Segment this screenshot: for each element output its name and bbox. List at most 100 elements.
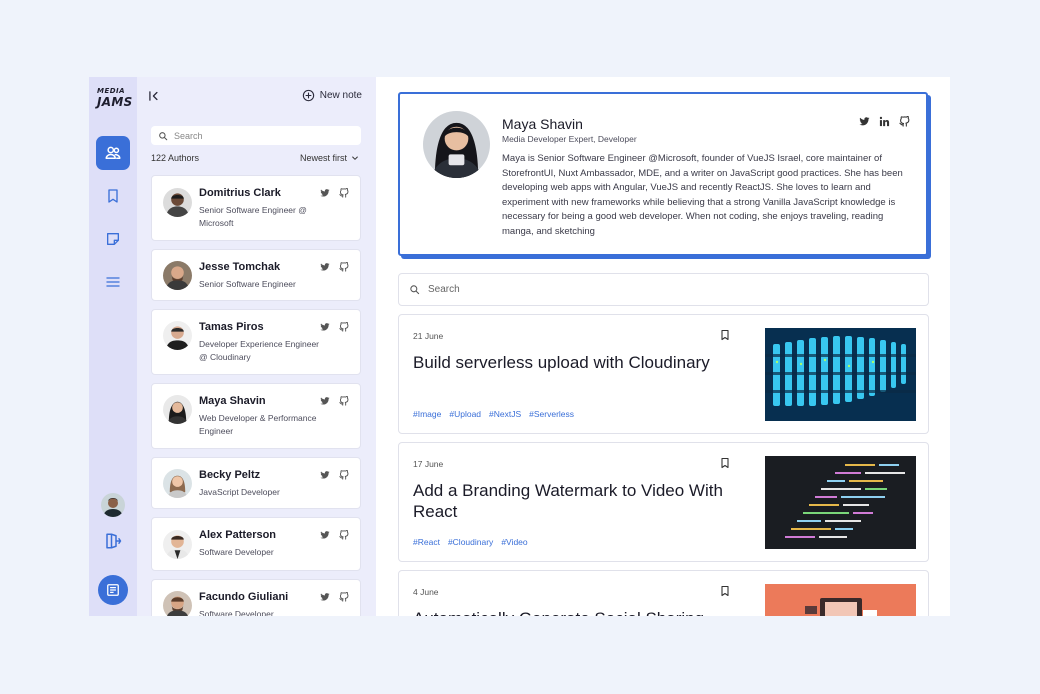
article-tags: #React #Cloudinary #Video: [413, 537, 528, 547]
bookmark-button[interactable]: [719, 585, 731, 597]
twitter-icon[interactable]: [320, 530, 330, 540]
nav-rail: MEDIA JAMS: [89, 77, 137, 616]
author-socials: [320, 396, 349, 406]
author-name: Jesse Tomchak: [199, 261, 281, 273]
author-card[interactable]: Jesse Tomchak Senior Software Engineer: [151, 249, 361, 301]
article-card[interactable]: 21 June Build serverless upload with Clo…: [398, 314, 929, 434]
author-avatar: [163, 188, 192, 217]
author-socials: [320, 322, 349, 332]
media-fab-button[interactable]: [98, 575, 128, 605]
nav-bookmarks-button[interactable]: [96, 179, 130, 213]
author-socials: [320, 262, 349, 272]
twitter-icon[interactable]: [320, 322, 330, 332]
new-note-button[interactable]: New note: [302, 89, 362, 102]
article-tag[interactable]: #React: [413, 537, 440, 547]
author-name: Alex Patterson: [199, 529, 277, 541]
github-icon[interactable]: [899, 116, 910, 127]
article-title[interactable]: Build serverless upload with Cloudinary: [413, 352, 753, 373]
brand-logo[interactable]: MEDIA JAMS: [97, 86, 132, 108]
article-thumbnail[interactable]: [765, 584, 916, 616]
twitter-icon[interactable]: [320, 262, 330, 272]
twitter-icon[interactable]: [320, 188, 330, 198]
article-title[interactable]: Automatically Generate Social Sharing: [413, 608, 753, 616]
author-avatar: [163, 321, 192, 350]
twitter-icon[interactable]: [320, 592, 330, 602]
author-role: JavaScript Developer: [199, 487, 280, 497]
article-tag[interactable]: #Image: [413, 409, 441, 419]
collapse-left-icon: [149, 91, 158, 101]
author-avatar: [163, 591, 192, 616]
author-card[interactable]: Alex Patterson Software Developer: [151, 517, 361, 571]
logout-icon: [106, 533, 122, 549]
author-role: Software Developer: [199, 547, 274, 557]
author-avatar: [163, 395, 192, 424]
article-tag[interactable]: #Upload: [449, 409, 481, 419]
article-date: 4 June: [413, 587, 439, 597]
author-role: Web Developer & Performance Engineer: [199, 413, 317, 436]
author-name: Becky Peltz: [199, 469, 261, 481]
articles-search[interactable]: [398, 273, 929, 306]
bookmark-button[interactable]: [719, 329, 731, 341]
github-icon[interactable]: [339, 470, 349, 480]
authors-search[interactable]: [151, 126, 361, 145]
github-icon[interactable]: [339, 396, 349, 406]
article-card[interactable]: 4 June Automatically Generate Social Sha…: [398, 570, 929, 616]
authors-search-input[interactable]: [174, 130, 344, 141]
bookmark-icon: [721, 457, 729, 469]
author-socials: [320, 530, 349, 540]
author-card[interactable]: Facundo Giuliani Software Developer: [151, 579, 361, 616]
author-role: Senior Software Engineer @ Microsoft: [199, 205, 307, 228]
twitter-icon[interactable]: [320, 470, 330, 480]
profile-bio: Maya is Senior Software Engineer @Micros…: [502, 153, 903, 237]
authors-panel: New note 122 Authors Newest first Domitr…: [137, 77, 376, 616]
nav-notes-button[interactable]: [96, 222, 130, 256]
article-date: 17 June: [413, 459, 444, 469]
bookmark-icon: [721, 329, 729, 341]
github-icon[interactable]: [339, 322, 349, 332]
articles-search-input[interactable]: [428, 284, 908, 295]
user-avatar-image: [101, 493, 125, 517]
article-tag[interactable]: #NextJS: [489, 409, 521, 419]
article-thumbnail[interactable]: [765, 456, 916, 549]
article-thumbnail[interactable]: [765, 328, 916, 421]
nav-menu-button[interactable]: [96, 265, 130, 299]
collapse-panel-button[interactable]: [147, 89, 161, 103]
note-icon: [107, 233, 119, 245]
github-icon[interactable]: [339, 530, 349, 540]
article-tag[interactable]: #Serverless: [529, 409, 574, 419]
twitter-icon[interactable]: [859, 116, 870, 127]
article-tag[interactable]: #Video: [501, 537, 527, 547]
profile-name: Maya Shavin: [502, 116, 583, 132]
media-library-icon: [107, 584, 119, 596]
search-icon: [159, 131, 168, 140]
github-icon[interactable]: [339, 592, 349, 602]
bookmark-icon: [108, 189, 118, 203]
author-name: Tamas Piros: [199, 321, 264, 333]
sort-dropdown[interactable]: Newest first: [300, 153, 359, 163]
article-tag[interactable]: #Cloudinary: [448, 537, 493, 547]
author-card[interactable]: Tamas Piros Developer Experience Enginee…: [151, 309, 361, 375]
profile-socials: [859, 116, 910, 127]
logout-button[interactable]: [101, 529, 125, 553]
linkedin-icon[interactable]: [879, 116, 890, 127]
author-name: Facundo Giuliani: [199, 591, 289, 603]
github-icon[interactable]: [339, 188, 349, 198]
article-card[interactable]: 17 June Add a Branding Watermark to Vide…: [398, 442, 929, 562]
article-tags: #Image #Upload #NextJS #Serverless: [413, 409, 574, 419]
author-card[interactable]: Becky Peltz JavaScript Developer: [151, 457, 361, 509]
author-card[interactable]: Domitrius Clark Senior Software Engineer…: [151, 175, 361, 241]
author-role: Developer Experience Engineer @ Cloudina…: [199, 339, 320, 362]
author-card[interactable]: Maya Shavin Web Developer & Performance …: [151, 383, 361, 449]
nav-authors-button[interactable]: [96, 136, 130, 170]
github-icon[interactable]: [339, 262, 349, 272]
chevron-down-icon: [352, 156, 358, 160]
bookmark-button[interactable]: [719, 457, 731, 469]
menu-icon: [106, 277, 120, 287]
plus-circle-icon: [302, 89, 314, 102]
user-avatar[interactable]: [101, 493, 125, 517]
author-socials: [320, 470, 349, 480]
article-title[interactable]: Add a Branding Watermark to Video With R…: [413, 480, 753, 522]
twitter-icon[interactable]: [320, 396, 330, 406]
search-icon: [410, 285, 420, 295]
author-socials: [320, 188, 349, 198]
